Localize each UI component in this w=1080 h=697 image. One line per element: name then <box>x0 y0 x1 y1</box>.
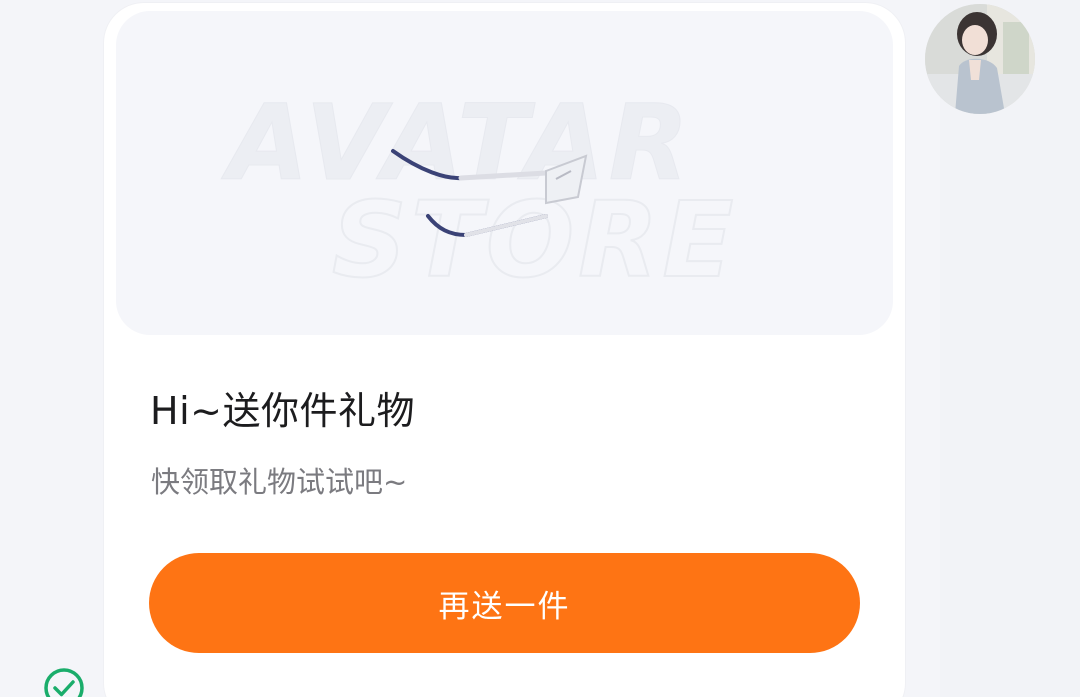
avatar-photo <box>925 4 1035 114</box>
gift-image: AVATAR STORE <box>221 82 737 303</box>
send-again-button[interactable]: 再送一件 <box>149 553 860 653</box>
gift-banner[interactable]: AVATAR STORE <box>116 11 893 335</box>
check-circle-icon <box>44 668 84 697</box>
gift-message-card[interactable]: AVATAR STORE Hi~送你件礼物 快领取礼物试试吧~ 再送一件 <box>104 3 905 697</box>
chat-screen: AVATAR STORE Hi~送你件礼物 快领取礼物试试吧~ 再送一件 <box>0 0 1080 697</box>
gift-subtitle: 快领取礼物试试吧~ <box>151 465 408 499</box>
gift-title: Hi~送你件礼物 <box>150 389 415 433</box>
banner-watermark-line2: STORE <box>332 179 737 301</box>
avatar[interactable] <box>925 4 1035 114</box>
